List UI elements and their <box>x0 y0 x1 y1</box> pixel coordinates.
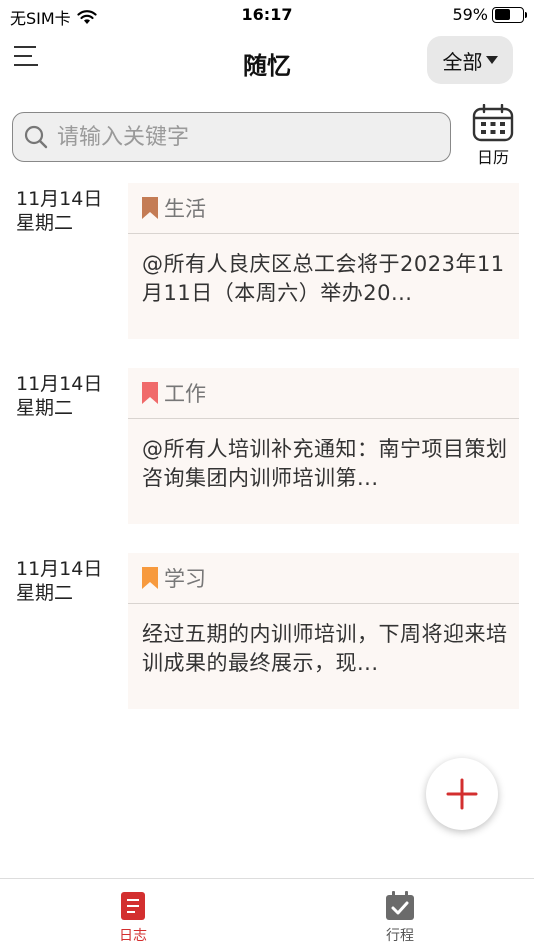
search-icon <box>24 125 48 149</box>
entry-date-block: 11月14日 星期二 <box>16 372 102 420</box>
entry-weekday: 星期二 <box>16 212 74 234</box>
entry-tag: 学习 <box>142 561 206 595</box>
calendar-label: 日历 <box>476 148 509 167</box>
tab-journal-label: 日志 <box>119 928 147 944</box>
tab-schedule[interactable]: 行程 <box>350 891 450 945</box>
journal-icon <box>121 892 145 920</box>
journal-entry[interactable]: 11月14日 星期二 工作 @所有人培训补充通知：南宁项目策划咨询集团内训师培训… <box>0 368 534 524</box>
journal-entry[interactable]: 11月14日 星期二 学习 经过五期的内训师培训，下周将迎来培训成果的最终展示，… <box>0 553 534 709</box>
entry-tag: 工作 <box>142 376 206 410</box>
tab-schedule-label: 行程 <box>386 928 414 944</box>
entry-card[interactable]: 生活 @所有人良庆区总工会将于2023年11月11日（本周六）举办20... <box>128 183 519 339</box>
add-entry-button[interactable] <box>426 758 498 830</box>
entry-weekday: 星期二 <box>16 397 74 419</box>
search-input[interactable] <box>57 121 437 153</box>
entry-date: 11月14日 <box>16 373 103 395</box>
tab-bar: 日志 行程 <box>0 878 534 950</box>
bookmark-icon <box>142 382 158 404</box>
bookmark-icon <box>142 197 158 219</box>
filter-label: 全部 <box>442 49 483 74</box>
entry-date-block: 11月14日 星期二 <box>16 557 102 605</box>
search-box[interactable] <box>12 112 451 162</box>
nav-bar: 随忆 全部 <box>0 34 534 90</box>
calendar-button[interactable]: 日历 <box>468 104 518 172</box>
entry-tag-label: 学习 <box>164 567 206 591</box>
entry-date-block: 11月14日 星期二 <box>16 187 102 235</box>
divider <box>128 418 519 419</box>
status-bar: 无SIM卡 16:17 59% <box>0 0 534 30</box>
calendar-icon <box>472 104 514 142</box>
bookmark-icon <box>142 567 158 589</box>
entry-date: 11月14日 <box>16 188 103 210</box>
divider <box>128 233 519 234</box>
entry-tag-label: 工作 <box>164 382 206 406</box>
entry-card[interactable]: 工作 @所有人培训补充通知：南宁项目策划咨询集团内训师培训第... <box>128 368 519 524</box>
entry-preview-text: @所有人良庆区总工会将于2023年11月11日（本周六）举办20... <box>142 252 505 305</box>
battery-percent: 59% <box>452 5 488 24</box>
tab-journal[interactable]: 日志 <box>83 891 183 945</box>
caret-down-icon <box>485 56 498 64</box>
status-battery-group: 59% <box>452 5 527 24</box>
divider <box>128 603 519 604</box>
entry-preview-text: 经过五期的内训师培训，下周将迎来培训成果的最终展示，现... <box>142 622 508 675</box>
schedule-icon <box>386 891 414 920</box>
journal-entry[interactable]: 11月14日 星期二 生活 @所有人良庆区总工会将于2023年11月11日（本周… <box>0 183 534 339</box>
entry-card[interactable]: 学习 经过五期的内训师培训，下周将迎来培训成果的最终展示，现... <box>128 553 519 709</box>
entry-tag: 生活 <box>142 191 206 225</box>
battery-icon <box>492 6 527 23</box>
category-filter-button[interactable]: 全部 <box>427 36 513 84</box>
entry-date: 11月14日 <box>16 558 103 580</box>
entry-weekday: 星期二 <box>16 582 74 604</box>
entry-preview-text: @所有人培训补充通知：南宁项目策划咨询集团内训师培训第... <box>142 437 508 490</box>
plus-icon <box>446 778 478 810</box>
entry-tag-label: 生活 <box>164 197 206 221</box>
battery-fill <box>494 9 511 20</box>
